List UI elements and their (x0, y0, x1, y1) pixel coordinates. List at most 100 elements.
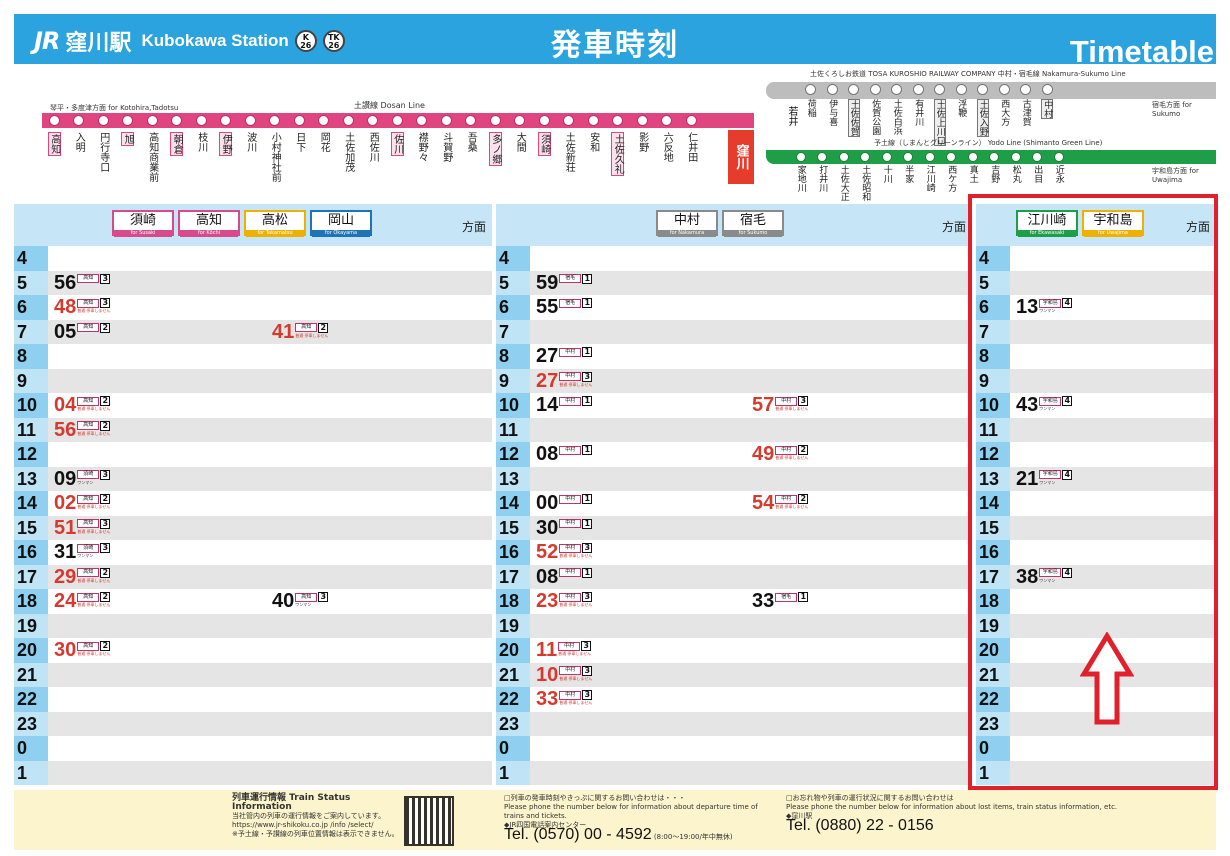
car-count-badge: 3 (100, 543, 111, 553)
departure-minute[interactable]: 56 (54, 271, 76, 295)
hour-cell: 7 (496, 319, 530, 344)
departure[interactable]: 23 中村 3 普通 停車しません (536, 589, 592, 613)
departure[interactable]: 54 中村 2 普通 停車しません (752, 491, 808, 515)
departure[interactable]: 27 中村 1 (536, 344, 593, 368)
train-destination-badge: 中村 (775, 445, 798, 455)
departure[interactable]: 55 宿毛 1 (536, 295, 593, 319)
departure[interactable]: 30 中村 1 (536, 516, 593, 540)
departure-minute[interactable]: 52 (536, 540, 558, 564)
up-arrow-icon (1080, 632, 1134, 725)
departure-minute[interactable]: 48 (54, 295, 76, 319)
departure-minute[interactable]: 09 (54, 467, 76, 491)
departure-minute[interactable]: 40 (272, 589, 294, 613)
station-dot-icon (826, 84, 838, 95)
departure-minute[interactable]: 56 (54, 418, 76, 442)
departure-minute[interactable]: 04 (54, 393, 76, 417)
station-dot-icon (924, 152, 935, 162)
station-phone[interactable]: Tel. (0880) 22 - 0156 (786, 817, 934, 834)
departure-minute[interactable]: 27 (536, 369, 558, 393)
departure[interactable]: 52 中村 3 普通 停車しません (536, 540, 592, 564)
dosan-line-name: 土讃線 Dosan Line (354, 101, 425, 110)
departure-minute[interactable]: 30 (54, 638, 76, 662)
departure-minute[interactable]: 14 (536, 393, 558, 417)
departure-minute[interactable]: 23 (536, 589, 558, 613)
departure[interactable]: 48 高知 3 普通 停車しません (54, 295, 110, 319)
hour-cell: 21 (14, 662, 48, 687)
departure[interactable]: 04 高知 2 普通 停車しません (54, 393, 110, 417)
departure[interactable]: 10 中村 3 普通 停車しません (536, 663, 592, 687)
departure-minute[interactable]: 59 (536, 271, 558, 295)
departure-minute[interactable]: 57 (752, 393, 774, 417)
departure[interactable]: 33 中村 3 普通 停車しません (536, 687, 592, 711)
departure[interactable]: 11 中村 3 普通 停車しません (536, 638, 591, 662)
departure[interactable]: 49 中村 2 普通 停車しません (752, 442, 808, 466)
departure-minute[interactable]: 30 (536, 516, 558, 540)
departure[interactable]: 29 高知 2 普通 停車しません (54, 565, 110, 589)
departure-minute[interactable]: 55 (536, 295, 558, 319)
departure[interactable]: 41 高知 2 普通 停車しません (272, 320, 328, 344)
station-name: 佐川 (390, 132, 404, 156)
station-dot-icon (48, 115, 60, 126)
departure[interactable]: 56 高知 2 普通 停車しません (54, 418, 110, 442)
departure-minute[interactable]: 27 (536, 344, 558, 368)
departure[interactable]: 00 中村 1 (536, 491, 593, 515)
departure-minute[interactable]: 10 (536, 663, 558, 687)
station-item: 仁井田 (679, 115, 704, 182)
route-map: 琴平・多度津方面 for Kotohira,Tadotsu 土讃線 Dosan … (14, 66, 1216, 202)
inquiry-phone[interactable]: Tel. (0570) 00 - 4592 (504, 826, 652, 843)
car-count-badge: 2 (100, 322, 111, 333)
departure-minute[interactable]: 02 (54, 491, 76, 515)
hour-row: 0 (14, 736, 492, 761)
destination-name-en: for Kōchi (180, 230, 238, 237)
departure[interactable]: 33 宿毛 1 (752, 589, 809, 613)
station-item: 土佐新荘 (557, 115, 582, 182)
departure[interactable]: 30 高知 2 普通 停車しません (54, 638, 110, 662)
station-name: 真土 (967, 165, 978, 183)
departure-minute[interactable]: 08 (536, 442, 558, 466)
departure-minute[interactable]: 41 (272, 320, 294, 344)
departure[interactable]: 57 中村 3 普通 停車しません (752, 393, 808, 417)
departure-minute[interactable]: 33 (536, 687, 558, 711)
departure[interactable]: 14 中村 1 (536, 393, 593, 417)
hour-row: 13 (496, 466, 972, 491)
departure-minute[interactable]: 11 (536, 638, 557, 662)
departure-minute[interactable]: 00 (536, 491, 558, 515)
station-name: 伊与喜 (827, 99, 838, 126)
departure-minute[interactable]: 51 (54, 516, 76, 540)
departure[interactable]: 09 須崎 3 ワンマン (54, 467, 111, 491)
departure[interactable]: 08 中村 1 (536, 565, 593, 589)
departure[interactable]: 27 中村 3 普通 停車しません (536, 369, 592, 393)
departure[interactable]: 08 中村 1 (536, 442, 593, 466)
station-name: 十川 (881, 165, 892, 183)
destination-name: 中村 (673, 213, 700, 228)
departure-tags: 中村 3 普通 停車しません (775, 396, 808, 411)
departure-minute[interactable]: 29 (54, 565, 76, 589)
departure[interactable]: 05 高知 2 (54, 320, 111, 344)
departure[interactable]: 40 高知 3 ワンマン (272, 589, 329, 613)
departure-minute[interactable]: 49 (752, 442, 774, 466)
train-note: 普通 停車しません (295, 332, 329, 338)
hour-cell: 10 (496, 393, 530, 418)
hour-row: 13 09 須崎 3 ワンマン (14, 466, 492, 491)
departure-minute[interactable]: 08 (536, 565, 558, 589)
station-item: 土佐大正 (833, 152, 855, 201)
qr-code[interactable] (404, 796, 454, 846)
departure[interactable]: 31 須崎 3 ワンマン (54, 540, 111, 564)
car-count-badge: 1 (582, 494, 593, 504)
departure[interactable]: 56 高知 3 (54, 271, 111, 295)
departure-tags: 高知 2 普通 停車しません (77, 494, 110, 509)
departure[interactable]: 24 高知 2 普通 停車しません (54, 589, 110, 613)
departure[interactable]: 59 宿毛 1 (536, 271, 593, 295)
departure-minute[interactable]: 24 (54, 589, 76, 613)
departure[interactable]: 02 高知 2 普通 停車しません (54, 491, 110, 515)
departure-minute[interactable]: 54 (752, 491, 774, 515)
station-name: 土佐加茂 (342, 132, 354, 172)
departure[interactable]: 51 高知 3 普通 停車しません (54, 516, 110, 540)
station-name: 有井川 (913, 99, 924, 126)
destination-label: 高松 for Takamatsu (244, 210, 306, 237)
departure-minute[interactable]: 31 (54, 540, 76, 564)
departure-minute[interactable]: 33 (752, 589, 774, 613)
departure-minute[interactable]: 05 (54, 320, 76, 344)
train-info: 中村 1 (559, 567, 593, 578)
train-status-link[interactable]: https://www.jr-shikoku.co.jp /info /sele… (232, 821, 402, 830)
